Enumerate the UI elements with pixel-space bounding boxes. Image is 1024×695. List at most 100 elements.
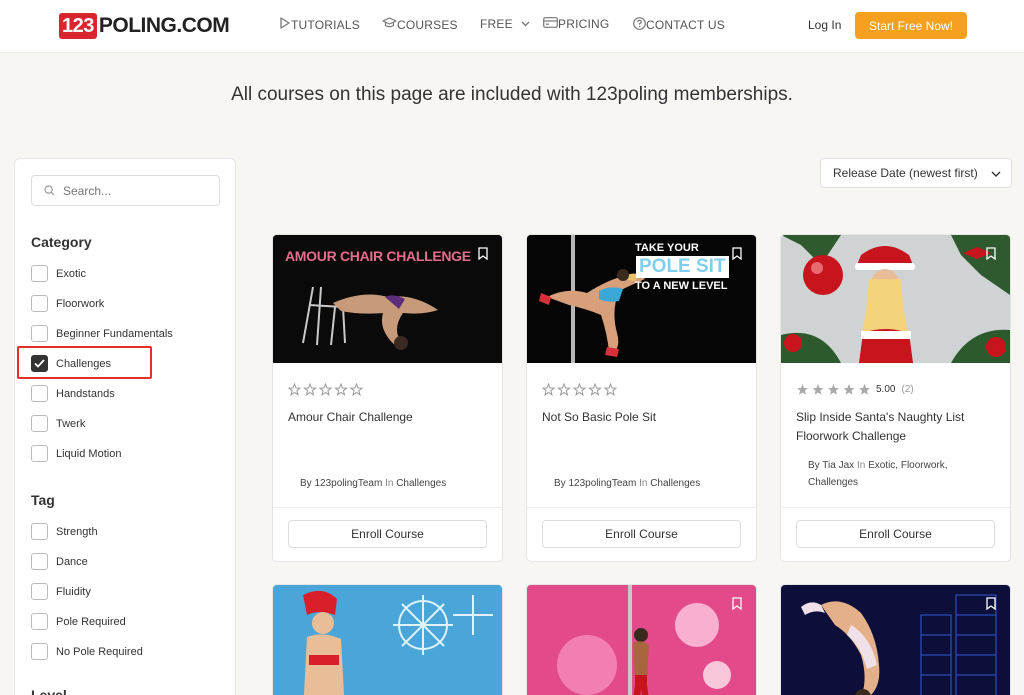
- tag-dance[interactable]: Dance: [31, 553, 88, 570]
- search-input[interactable]: [63, 183, 203, 198]
- by-label: By: [808, 460, 820, 471]
- start-free-button[interactable]: Start Free Now!: [855, 12, 967, 39]
- bookmark-icon[interactable]: [478, 247, 488, 265]
- checkbox-label: Handstands: [56, 387, 115, 400]
- checkbox-label: Dance: [56, 555, 88, 568]
- checkbox[interactable]: [31, 643, 48, 660]
- checkbox[interactable]: [31, 265, 48, 282]
- search-icon: [44, 185, 55, 196]
- nav-contact[interactable]: CONTACT US: [633, 17, 725, 33]
- course-categories[interactable]: Challenges: [396, 478, 446, 489]
- enroll-course-button[interactable]: Enroll Course: [288, 520, 487, 548]
- rating-value: 5.00: [876, 384, 896, 395]
- course-card[interactable]: 5.00 (2) Slip Inside Santa's Naughty Lis…: [780, 234, 1011, 562]
- thumbnail-text-line2: POLE SIT: [636, 256, 729, 278]
- login-link[interactable]: Log In: [808, 18, 841, 32]
- nav-tutorials-label: TUTORIALS: [291, 17, 360, 32]
- course-title[interactable]: Amour Chair Challenge: [288, 408, 488, 427]
- page-headline: All courses on this page are included wi…: [231, 84, 793, 105]
- course-card[interactable]: [526, 584, 757, 695]
- tag-fluidity[interactable]: Fluidity: [31, 583, 91, 600]
- category-title: Category: [31, 234, 92, 250]
- bookmark-icon[interactable]: [732, 247, 742, 265]
- course-categories[interactable]: Challenges: [650, 478, 700, 489]
- in-label: In: [639, 478, 648, 489]
- search-box[interactable]: [31, 175, 220, 206]
- course-card[interactable]: AMOUR CHAIR CHALLENGE Amour Chair Challe…: [272, 234, 503, 562]
- checkbox-label: No Pole Required: [56, 645, 143, 658]
- sort-dropdown[interactable]: Release Date (newest first): [820, 158, 1012, 188]
- nav-free[interactable]: FREE: [480, 17, 530, 31]
- nav-pricing[interactable]: PRICING: [543, 17, 609, 31]
- course-thumbnail[interactable]: AMOUR CHAIR CHALLENGE: [273, 235, 502, 363]
- checkbox[interactable]: [31, 415, 48, 432]
- course-card[interactable]: TAKE YOUR POLE SIT TO A NEW LEVEL Not So…: [526, 234, 757, 562]
- checkbox[interactable]: [31, 583, 48, 600]
- tag-strength[interactable]: Strength: [31, 523, 98, 540]
- course-title[interactable]: Not So Basic Pole Sit: [542, 408, 742, 427]
- category-liquid-motion[interactable]: Liquid Motion: [31, 445, 121, 462]
- bookmark-icon[interactable]: [986, 247, 996, 265]
- checkbox[interactable]: [31, 295, 48, 312]
- course-thumbnail[interactable]: [781, 585, 1010, 695]
- logo-badge: 123: [59, 13, 97, 39]
- course-thumbnail[interactable]: [527, 585, 756, 695]
- in-label: In: [856, 460, 866, 471]
- enroll-course-button[interactable]: Enroll Course: [542, 520, 741, 548]
- course-thumbnail[interactable]: TAKE YOUR POLE SIT TO A NEW LEVEL: [527, 235, 756, 363]
- checkbox-label: Strength: [56, 525, 98, 538]
- checkbox[interactable]: [31, 553, 48, 570]
- course-byline: By 123polingTeam In Challenges: [554, 475, 744, 492]
- checkbox-label: Liquid Motion: [56, 447, 122, 460]
- course-card[interactable]: [780, 584, 1011, 695]
- divider: [781, 507, 1010, 508]
- enroll-course-button[interactable]: Enroll Course: [796, 520, 995, 548]
- category-twerk[interactable]: Twerk: [31, 415, 85, 432]
- checkbox[interactable]: [31, 325, 48, 342]
- checkbox-label: Pole Required: [56, 615, 126, 628]
- rating-count: (2): [901, 384, 914, 395]
- tag-title: Tag: [31, 492, 55, 508]
- category-exotic[interactable]: Exotic: [31, 265, 86, 282]
- divider: [527, 507, 756, 508]
- thumbnail-text-line3: TO A NEW LEVEL: [635, 280, 728, 292]
- course-title[interactable]: Slip Inside Santa's Naughty List Floorwo…: [796, 408, 996, 446]
- course-thumbnail[interactable]: [273, 585, 502, 695]
- nav-courses-label: COURSES: [397, 17, 458, 32]
- thumbnail-text-line1: TAKE YOUR: [635, 242, 699, 254]
- nav-courses[interactable]: COURSES: [382, 17, 458, 32]
- by-label: By: [554, 478, 566, 489]
- tag-no-pole-required[interactable]: No Pole Required: [31, 643, 143, 660]
- checkbox[interactable]: [31, 523, 48, 540]
- category-beginner-fundamentals[interactable]: Beginner Fundamentals: [31, 325, 173, 342]
- empty-stars-icon: [542, 383, 618, 396]
- course-thumbnail[interactable]: [781, 235, 1010, 363]
- checkbox-label: Fluidity: [56, 585, 91, 598]
- checkbox[interactable]: [31, 385, 48, 402]
- checkbox[interactable]: [31, 613, 48, 630]
- nav-free-label: FREE: [480, 17, 513, 31]
- course-author[interactable]: 123polingTeam: [568, 478, 636, 489]
- nav-tutorials[interactable]: TUTORIALS: [279, 17, 360, 32]
- course-author[interactable]: Tia Jax: [822, 460, 854, 471]
- rating-stars: [288, 383, 366, 396]
- logo-text: POLING.COM: [98, 14, 230, 37]
- credit-card-icon: [543, 17, 558, 31]
- thumbnail-title-text: AMOUR CHAIR CHALLENGE: [285, 248, 471, 264]
- site-logo[interactable]: 123 POLING.COM: [59, 12, 230, 40]
- category-floorwork[interactable]: Floorwork: [31, 295, 104, 312]
- course-author[interactable]: 123polingTeam: [314, 478, 382, 489]
- bookmark-icon[interactable]: [986, 597, 996, 615]
- checkbox-label: Beginner Fundamentals: [56, 327, 173, 340]
- checkbox-label: Twerk: [56, 417, 86, 430]
- tag-pole-required[interactable]: Pole Required: [31, 613, 126, 630]
- category-handstands[interactable]: Handstands: [31, 385, 115, 402]
- course-thumbnail-image: [273, 585, 502, 695]
- bookmark-icon[interactable]: [732, 597, 742, 615]
- rating-stars: 5.00 (2): [796, 383, 914, 396]
- course-card[interactable]: [272, 584, 503, 695]
- course-thumbnail-image: [527, 585, 756, 695]
- checkbox[interactable]: [31, 445, 48, 462]
- course-byline: By Tia Jax In Exotic, Floorwork, Challen…: [808, 457, 983, 491]
- site-header: 123 POLING.COM TUTORIALS COURSES FREE PR…: [0, 0, 1024, 53]
